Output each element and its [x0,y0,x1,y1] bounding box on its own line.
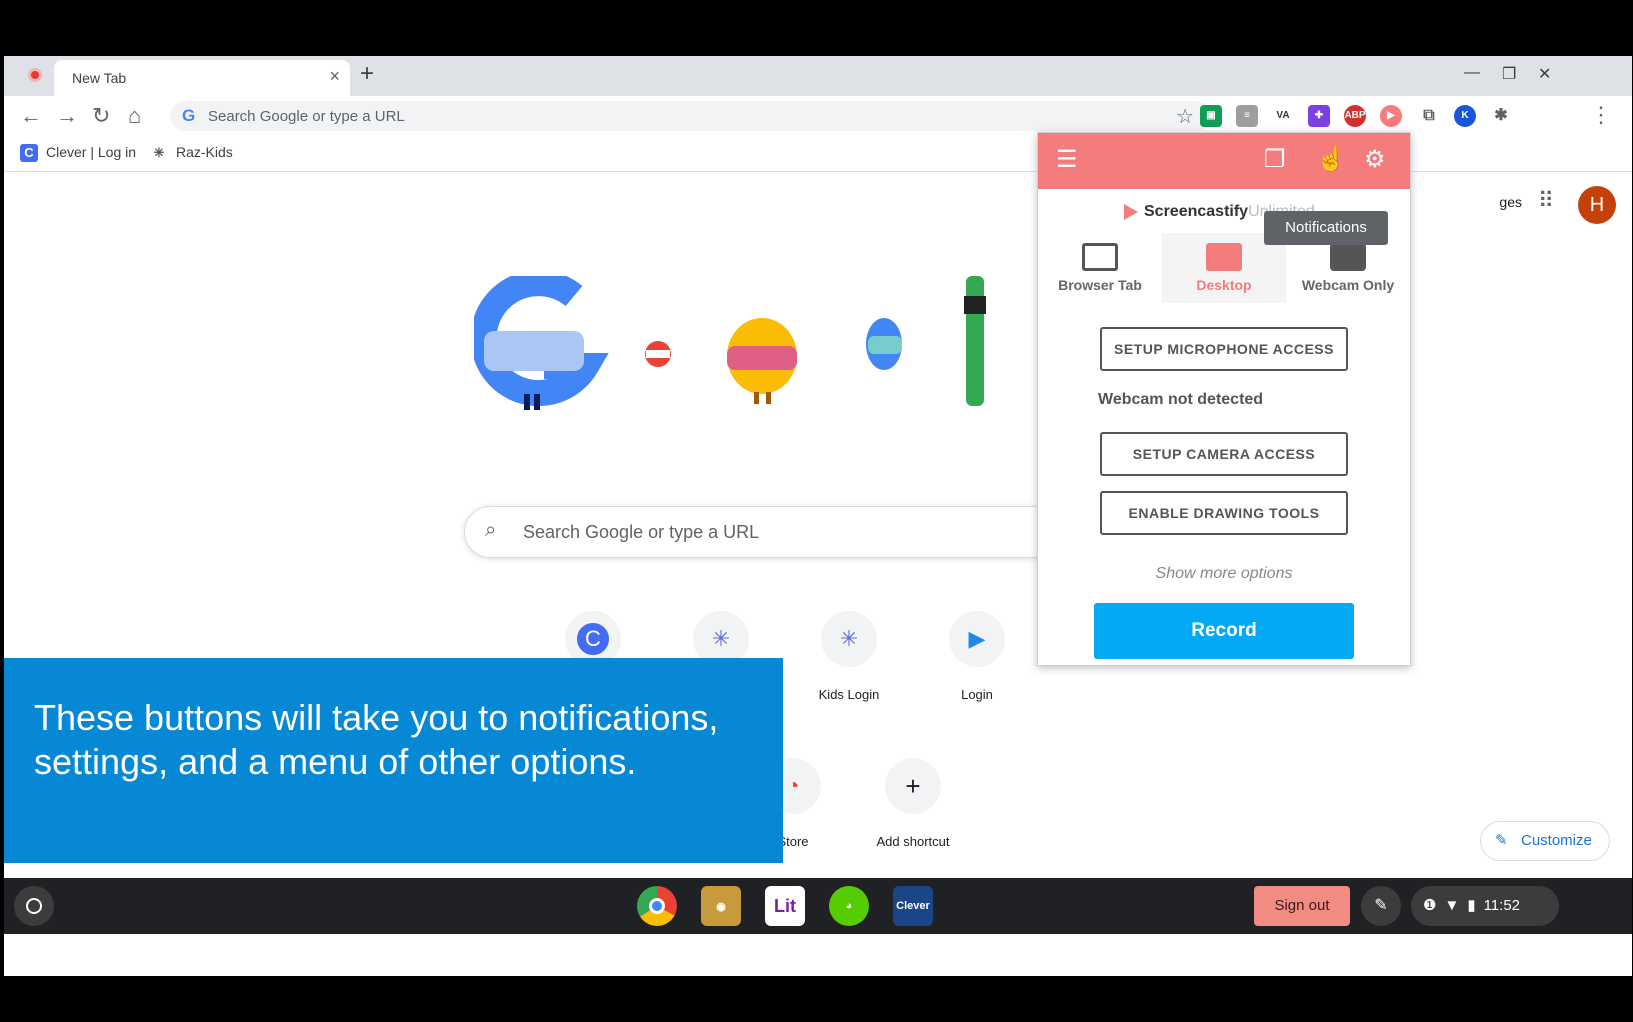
popup-header: ☰ ❐ ☝ ⚙ [1038,133,1410,189]
chromeos-shelf: ◉ Lit ◕ Clever Sign out ✎ ❶ ▼ ▮ 11:52 [4,878,1632,934]
tab-new-tab[interactable]: New Tab × [54,60,350,96]
avatar[interactable]: H [1578,186,1616,224]
search-input[interactable]: ⌕ Search Google or type a URL [464,506,1064,558]
tab-title: New Tab [72,70,127,86]
browser-tab-icon [1082,243,1118,271]
reload-icon[interactable]: ↻ [92,103,110,129]
home-icon[interactable]: ⌂ [128,103,141,129]
minimize-icon[interactable]: — [1464,64,1480,82]
desktop-icon [1206,243,1242,271]
close-window-icon[interactable]: ✕ [1538,64,1551,84]
game-app-icon[interactable]: ◉ [701,886,741,926]
reader-extension-icon[interactable]: ≡ [1236,105,1258,127]
new-tab-icon[interactable]: + [360,60,374,88]
shortcut-label: Kids Login [818,687,880,702]
extensions-icon[interactable]: ✱ [1490,105,1512,127]
clock: 11:52 [1483,897,1521,914]
customize-label: Customize [1521,832,1592,849]
google-apps-icon[interactable]: ⠿ [1538,188,1554,214]
omnibox[interactable]: G Search Google or type a URL ☆ [170,101,1212,131]
va-extension-icon[interactable]: VA [1272,105,1294,127]
recordings-icon[interactable]: ❐ [1264,145,1286,174]
menu-icon[interactable]: ☰ [1056,145,1078,174]
k-extension-icon[interactable]: K [1454,105,1476,127]
wifi-icon: ▼ [1444,897,1460,914]
close-tab-icon[interactable]: × [329,66,340,87]
customize-button[interactable]: ✎ Customize [1480,821,1610,861]
pencil-icon: ✎ [1495,832,1508,849]
bookmark-clever[interactable]: C Clever | Log in [20,144,137,163]
images-link[interactable]: ges [1499,194,1522,210]
add-shortcut-icon: + [885,758,941,814]
lit-app-icon[interactable]: Lit [765,886,805,926]
screen: New Tab × + — ❐ ✕ ← → ↻ ⌂ G Search Googl… [4,56,1632,976]
google-g-icon: G [182,106,196,125]
screencastify-popup: ☰ ❐ ☝ ⚙ ScreencastifyUnlimited Browser T… [1037,132,1411,666]
bookmark-raz-kids[interactable]: ✳ Raz-Kids [150,144,233,163]
shortcut-add[interactable]: + Add shortcut [857,758,969,849]
bookmark-label: Raz-Kids [176,144,233,160]
shortcut-login[interactable]: ▶ Login [921,611,1033,702]
settings-icon[interactable]: ⚙ [1364,145,1386,174]
setup-microphone-button[interactable]: SETUP MICROPHONE ACCESS [1100,327,1348,371]
notifications-icon[interactable]: ☝ [1316,145,1346,174]
search-icon: ⌕ [485,519,497,541]
chrome-app-icon[interactable] [637,886,677,926]
battery-icon: ▮ [1467,897,1476,914]
shortcut-label: Add shortcut [876,834,950,849]
toolbar: ← → ↻ ⌂ G Search Google or type a URL ☆ … [4,96,1632,136]
status-tray[interactable]: ❶ ▼ ▮ 11:52 [1411,886,1559,926]
omnibox-placeholder: Search Google or type a URL [208,108,405,125]
stylus-icon[interactable]: ✎ [1361,886,1401,926]
brand-name: Screencastify [1144,203,1249,220]
screencastify-logo-icon [1124,203,1138,220]
webcam-icon [1330,243,1366,271]
puzzle-extension-icon[interactable]: ✚ [1308,105,1330,127]
raz-kids-icon: ✳ [150,144,168,163]
back-icon[interactable]: ← [20,103,42,129]
shortcut-kids-login[interactable]: ✳ Kids Login [793,611,905,702]
screencastify-extension-icon[interactable]: ▶ [1380,105,1402,127]
notification-count-icon: ❶ [1423,897,1437,914]
chrome-menu-icon[interactable]: ⋮ [1590,102,1612,128]
adblock-extension-icon[interactable]: ABP [1344,105,1366,127]
tab-strip: New Tab × + — ❐ ✕ [4,56,1632,96]
recording-indicator-icon [28,68,42,82]
search-placeholder: Search Google or type a URL [523,522,760,542]
restore-icon[interactable]: ❐ [1502,64,1516,84]
raz-kids-icon: ✳ [821,611,877,667]
mode-label: Browser Tab [1058,277,1142,293]
webcam-status: Webcam not detected [1098,391,1264,408]
record-button[interactable]: Record [1094,603,1354,659]
classroom-extension-icon[interactable]: ▣ [1200,105,1222,127]
forward-icon[interactable]: → [56,103,78,129]
clever-icon: C [20,144,38,163]
bookmark-label: Clever | Log in [46,144,137,160]
login-icon: ▶ [949,611,1005,667]
launcher-icon[interactable] [14,886,54,926]
sign-out-button[interactable]: Sign out [1254,886,1350,926]
google-doodle[interactable] [474,276,994,426]
enable-drawing-button[interactable]: ENABLE DRAWING TOOLS [1100,491,1348,535]
clever-app-icon[interactable]: Clever [893,886,933,926]
shortcut-label: Login [961,687,993,702]
mode-label: Desktop [1196,277,1252,293]
setup-camera-button[interactable]: SETUP CAMERA ACCESS [1100,432,1348,476]
bookmark-star-icon[interactable]: ☆ [1176,104,1194,129]
notifications-tooltip: Notifications [1264,211,1388,245]
show-more-options-link[interactable]: Show more options [1038,565,1410,583]
mode-browser-tab[interactable]: Browser Tab [1038,233,1162,303]
cast-extension-icon[interactable]: ⧉ [1418,105,1440,127]
duolingo-app-icon[interactable]: ◕ [829,886,869,926]
mode-label: Webcam Only [1301,277,1395,293]
tutorial-caption: These buttons will take you to notificat… [4,658,783,863]
